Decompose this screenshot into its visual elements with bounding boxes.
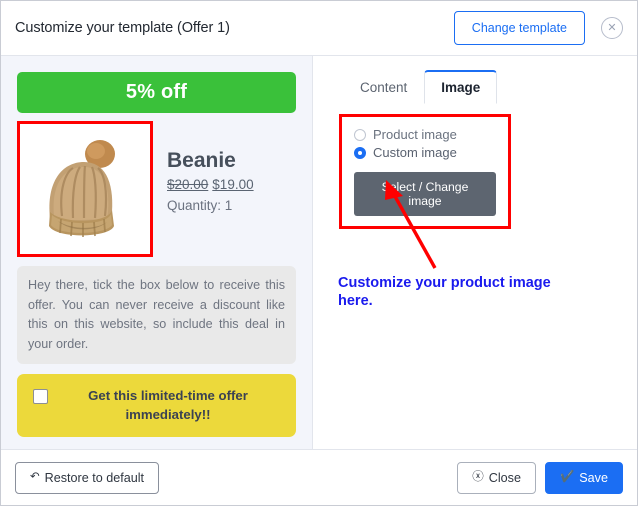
radio-row-custom-image[interactable]: Custom image bbox=[354, 145, 496, 160]
check-circle-icon: ✔️ bbox=[559, 470, 575, 483]
product-name: Beanie bbox=[167, 149, 236, 172]
product-info: Beanie $20.00 $19.00 Quantity: 1 bbox=[153, 121, 254, 257]
product-quantity: Quantity: 1 bbox=[167, 198, 233, 214]
close-button-label: Close bbox=[488, 470, 521, 485]
radio-custom-image[interactable] bbox=[354, 146, 366, 159]
settings-tabs: Content Image bbox=[329, 70, 621, 104]
close-icon[interactable]: ✕ bbox=[601, 17, 623, 39]
offer-banner: 5% off bbox=[17, 72, 296, 113]
restore-to-default-label: Restore to default bbox=[44, 470, 145, 485]
tab-image[interactable]: Image bbox=[424, 70, 498, 104]
tab-content[interactable]: Content bbox=[343, 71, 424, 104]
close-circle-icon: ⓧ bbox=[472, 470, 484, 483]
price-discounted: $19.00 bbox=[212, 177, 254, 193]
restore-to-default-button[interactable]: ↶ Restore to default bbox=[15, 461, 160, 494]
radio-label-product-image: Product image bbox=[373, 127, 457, 142]
product-image-box[interactable] bbox=[17, 121, 153, 257]
modal-header: Customize your template (Offer 1) Change… bbox=[1, 1, 637, 55]
settings-pane: Content Image Product image Custom image… bbox=[313, 56, 637, 449]
modal-body: 5% off Beanie $20.00 $19.00 Quantity: 1 … bbox=[1, 55, 637, 449]
customize-template-modal: Customize your template (Offer 1) Change… bbox=[0, 0, 638, 506]
annotation-text: Customize your product image here. bbox=[338, 275, 551, 310]
price-line: $20.00 $19.00 bbox=[167, 177, 254, 192]
save-button-label: Save bbox=[579, 470, 608, 485]
radio-label-custom-image: Custom image bbox=[373, 145, 457, 160]
price-original: $20.00 bbox=[167, 177, 209, 193]
accept-offer-label: Get this limited-time offer immediately!… bbox=[88, 388, 248, 422]
save-button[interactable]: ✔️ Save bbox=[544, 461, 623, 494]
knit-beanie-hat-icon bbox=[22, 126, 148, 252]
change-template-button[interactable]: Change template bbox=[453, 11, 585, 45]
radio-row-product-image[interactable]: Product image bbox=[354, 127, 496, 142]
offer-description: Hey there, tick the box below to receive… bbox=[17, 266, 296, 365]
select-change-image-button[interactable]: Select / Change image bbox=[354, 172, 496, 216]
undo-icon: ↶ bbox=[30, 470, 40, 483]
radio-product-image[interactable] bbox=[354, 128, 366, 141]
page-title: Customize your template (Offer 1) bbox=[15, 20, 230, 36]
accept-offer-checkbox[interactable] bbox=[33, 389, 48, 405]
image-options-group: Product image Custom image Select / Chan… bbox=[339, 114, 511, 229]
modal-footer: ↶ Restore to default ⓧ Close ✔️ Save bbox=[1, 449, 637, 505]
close-button[interactable]: ⓧ Close bbox=[457, 461, 536, 494]
offer-accept-banner[interactable]: Get this limited-time offer immediately!… bbox=[17, 374, 296, 438]
offer-preview-pane: 5% off Beanie $20.00 $19.00 Quantity: 1 … bbox=[1, 56, 313, 449]
product-row: Beanie $20.00 $19.00 Quantity: 1 bbox=[17, 121, 296, 257]
